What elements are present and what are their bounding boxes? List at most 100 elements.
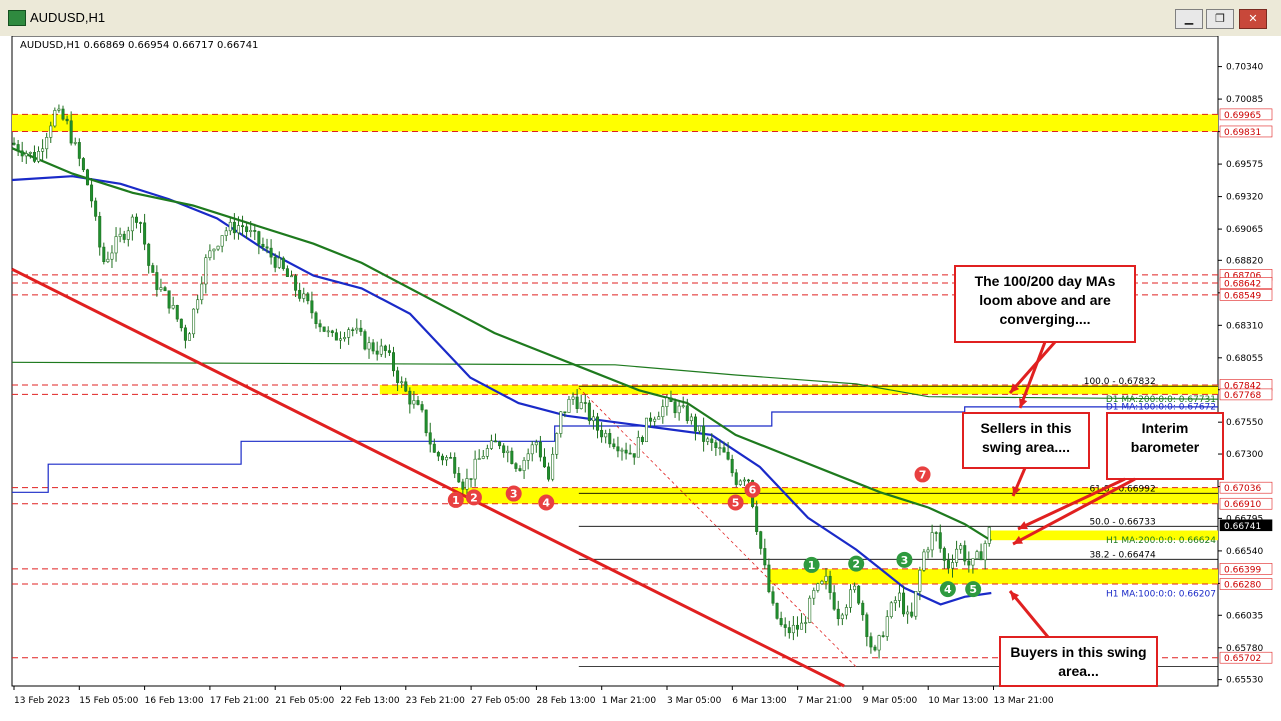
candle-body [167,290,171,309]
window-titlebar: AUDUSD,H1 ▁ ❐ ✕ [0,0,1281,37]
candle-body [547,466,551,480]
candle-body [69,120,73,144]
chart-window-icon [8,10,26,26]
candle-body [702,425,706,442]
minimize-button[interactable]: ▁ [1175,9,1203,29]
swing-marker-label: 6 [749,484,757,497]
candle-body [828,575,832,593]
candle-body [224,230,228,236]
price-chart[interactable]: 100.0 - 0.6783261.8 - 0.6699250.0 - 0.66… [0,36,1281,721]
swing-marker-label: 2 [852,558,860,571]
y-tick-label: 0.68310 [1226,321,1263,331]
candle-body [836,608,840,620]
candle-body [465,478,469,490]
swing-marker-label: 1 [452,494,460,507]
candle-body [404,381,408,392]
restore-button[interactable]: ❐ [1206,9,1234,29]
candle-body [200,283,204,301]
candle-body [334,332,338,341]
candle-body [530,444,534,455]
candle-body [65,118,69,122]
price-label: 0.66741 [1224,522,1261,532]
candle-body [853,585,857,591]
x-tick-label: 6 Mar 13:00 [732,696,787,706]
candle-body [326,330,330,333]
candle-body [445,457,449,461]
callout-ma-text: The 100/200 day MAs [975,273,1116,289]
y-tick-label: 0.70340 [1226,63,1263,73]
candle-body [526,453,530,461]
candle-body [249,230,253,233]
fib-level-label: 38.2 - 0.66474 [1089,550,1155,560]
candle-body [808,597,812,623]
candle-body [938,532,942,549]
candle-body [485,448,489,457]
candle-body [139,222,143,224]
close-button[interactable]: ✕ [1239,9,1267,29]
candle-body [779,618,783,625]
candle-body [681,405,685,408]
candle-body [951,562,955,569]
candle-body [318,323,322,328]
candle-body [763,548,767,566]
candle-body [310,300,314,314]
candle-body [722,447,726,453]
candle-body [575,396,579,409]
candle-body [212,248,216,252]
candle-body [693,416,697,432]
ma-label: H1 MA:100:0:0: 0.66207 [1106,589,1216,599]
candle-body [228,221,232,232]
candle-body [600,429,604,438]
candle-body [714,442,718,448]
candle-body [347,329,351,338]
candle-body [963,545,967,562]
candle-body [955,548,959,563]
candle-body [624,449,628,454]
candle-body [261,243,265,248]
candle-body [281,257,285,269]
candle-body [644,417,648,443]
candle-body [314,312,318,324]
swing-marker-label: 4 [944,583,952,596]
candle-body [804,622,808,624]
candle-body [730,458,734,474]
candle-body [53,110,57,127]
candle-body [889,602,893,617]
candle-body [669,397,673,403]
x-tick-label: 16 Feb 13:00 [145,696,204,706]
candle-body [265,246,269,249]
candle-body [236,225,240,234]
candle-body [534,441,538,446]
candle-body [408,390,412,405]
candle-body [126,230,130,240]
price-label: 0.66280 [1224,581,1261,591]
candle-body [118,233,122,237]
candle-body [183,327,187,341]
candle-body [114,236,118,254]
candle-body [967,560,971,566]
candle-body [359,327,363,332]
candle-body [481,455,485,459]
candle-body [522,459,526,471]
candle-body [542,456,546,468]
candle-body [755,506,759,532]
swing-marker-label: 4 [542,496,550,509]
candle-body [604,433,608,438]
candle-body [338,338,342,341]
candle-body [12,142,16,145]
candle-body [367,342,371,350]
candle-body [791,624,795,634]
y-tick-label: 0.66540 [1226,547,1263,557]
candle-body [812,590,816,599]
x-tick-label: 7 Mar 21:00 [798,696,853,706]
candle-body [506,450,510,453]
candle-body [706,438,710,442]
candle-body [869,636,873,648]
y-tick-label: 0.70085 [1226,95,1263,105]
candle-body [946,560,950,569]
candle-body [559,411,563,434]
candle-body [959,545,963,550]
candle-body [204,257,208,285]
candle-body [85,169,89,186]
candle-body [873,646,877,651]
